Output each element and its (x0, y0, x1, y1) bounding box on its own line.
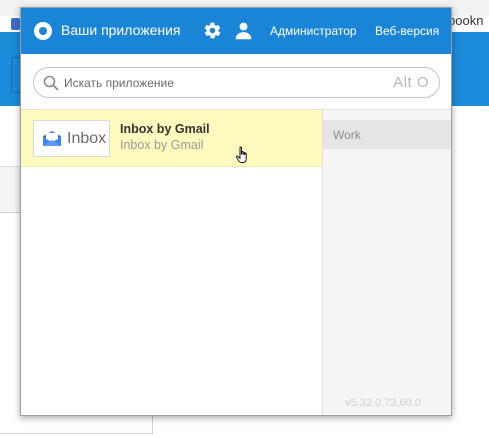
version-label: v5.32.0.73.60.0 (345, 397, 421, 409)
search-shortcut-hint: Alt O (393, 74, 429, 91)
web-version-link[interactable]: Веб-версия (375, 24, 439, 38)
user-icon[interactable] (234, 21, 253, 40)
hand-cursor-icon (236, 146, 247, 163)
popup-header: Ваши приложения Администратор Веб-версия (21, 8, 451, 54)
gear-icon[interactable] (203, 21, 222, 40)
search-field[interactable]: Alt O (33, 67, 440, 98)
app-launcher-logo-icon (34, 22, 52, 40)
app-name: Inbox by Gmail (120, 122, 210, 136)
sidebar-item-label: Work (333, 128, 361, 142)
app-item-inbox[interactable]: Inbox Inbox by Gmail Inbox by Gmail (21, 110, 322, 167)
admin-link[interactable]: Администратор (270, 24, 357, 38)
search-row: Alt O (21, 54, 451, 110)
inbox-envelope-icon (43, 131, 61, 146)
app-logo-text: Inbox (67, 130, 107, 147)
search-icon (43, 75, 59, 91)
bookmark-label[interactable]: bookn (448, 13, 483, 28)
app-logo: Inbox (33, 120, 110, 157)
sidebar-item-work[interactable]: Work (323, 120, 451, 149)
search-input[interactable] (64, 73, 354, 92)
app-list: Inbox Inbox by Gmail Inbox by Gmail (21, 110, 323, 415)
bookmark-icon[interactable] (11, 18, 20, 30)
category-sidebar: Work v5.32.0.73.60.0 (323, 110, 451, 415)
popup-title: Ваши приложения (61, 22, 181, 38)
app-subtitle: Inbox by Gmail (120, 138, 204, 152)
apps-popup: Ваши приложения Администратор Веб-версия… (20, 7, 452, 416)
